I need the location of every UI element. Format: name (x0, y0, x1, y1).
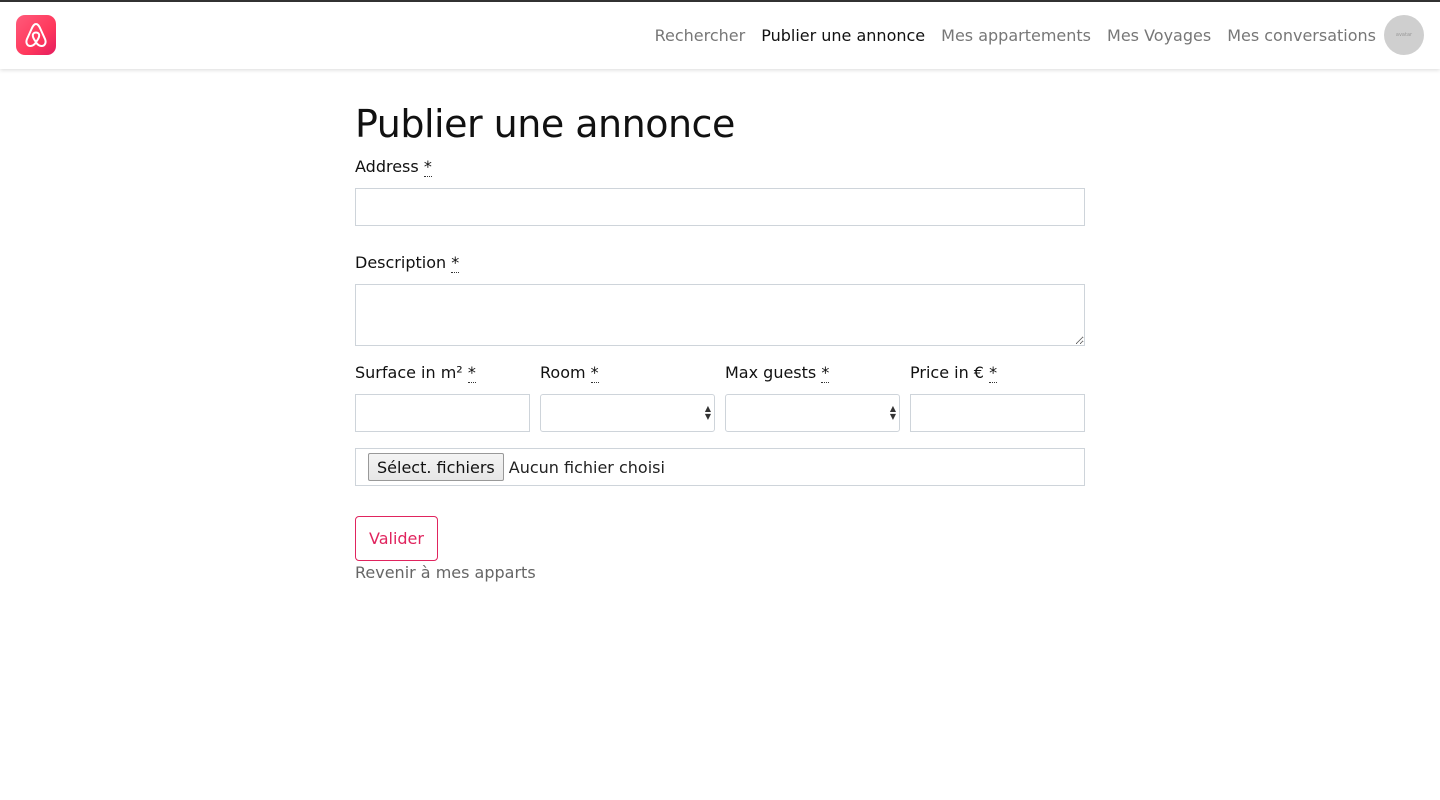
nav-item-publier[interactable]: Publier une annonce (761, 26, 925, 45)
avatar-alt-text: avatar (1395, 32, 1413, 38)
max-guests-select[interactable] (725, 394, 900, 432)
surface-label-text: Surface in m² (355, 363, 463, 382)
description-label-text: Description (355, 253, 447, 272)
page-title: Publier une annonce (355, 102, 735, 146)
description-group: Description * (355, 252, 1085, 346)
price-label: Price in € * (910, 362, 1085, 384)
navbar: Rechercher Publier une annonce Mes appar… (0, 2, 1440, 69)
required-mark: * (821, 363, 830, 383)
description-label: Description * (355, 252, 1085, 274)
room-select-wrap: ▲ ▼ (540, 394, 715, 432)
file-select-button[interactable]: Sélect. fichiers (368, 453, 504, 481)
description-textarea[interactable] (355, 284, 1085, 346)
avatar[interactable]: avatar (1384, 15, 1424, 55)
price-input[interactable] (910, 394, 1085, 432)
price-group: Price in € * (910, 362, 1085, 432)
max-guests-label-text: Max guests (725, 363, 817, 382)
listing-form-container: Publier une annonce Address * Descriptio… (355, 102, 1085, 584)
surface-group: Surface in m² * (355, 362, 530, 432)
required-mark: * (467, 363, 476, 383)
logo-glyph (25, 23, 47, 47)
max-guests-select-wrap: ▲ ▼ (725, 394, 900, 432)
room-label-text: Room (540, 363, 586, 382)
nav-links: Rechercher Publier une annonce Mes appar… (639, 2, 1376, 69)
back-link[interactable]: Revenir à mes apparts (355, 562, 1085, 584)
surface-input[interactable] (355, 394, 530, 432)
max-guests-group: Max guests * ▲ ▼ (725, 362, 900, 432)
required-mark: * (989, 363, 998, 383)
room-group: Room * ▲ ▼ (540, 362, 715, 432)
price-label-text: Price in € (910, 363, 984, 382)
address-label: Address * (355, 156, 1085, 178)
nav-item-conversations[interactable]: Mes conversations (1227, 26, 1376, 45)
airbnb-logo-icon[interactable] (16, 15, 56, 55)
submit-button[interactable]: Valider (355, 516, 438, 561)
room-select[interactable] (540, 394, 715, 432)
address-input[interactable] (355, 188, 1085, 226)
nav-item-rechercher[interactable]: Rechercher (655, 26, 746, 45)
room-label: Room * (540, 362, 715, 384)
required-mark: * (423, 157, 432, 177)
nav-item-voyages[interactable]: Mes Voyages (1107, 26, 1211, 45)
file-upload: Sélect. fichiers Aucun fichier choisi (355, 448, 1085, 486)
required-mark: * (451, 253, 460, 273)
surface-label: Surface in m² * (355, 362, 530, 384)
actions: Valider Revenir à mes apparts (355, 516, 1085, 584)
details-row: Surface in m² * Room * ▲ ▼ Max guests * ▲… (355, 362, 1085, 432)
required-mark: * (590, 363, 599, 383)
nav-item-appartements[interactable]: Mes appartements (941, 26, 1091, 45)
address-label-text: Address (355, 157, 419, 176)
max-guests-label: Max guests * (725, 362, 900, 384)
address-group: Address * (355, 156, 1085, 226)
file-status: Aucun fichier choisi (508, 457, 665, 477)
